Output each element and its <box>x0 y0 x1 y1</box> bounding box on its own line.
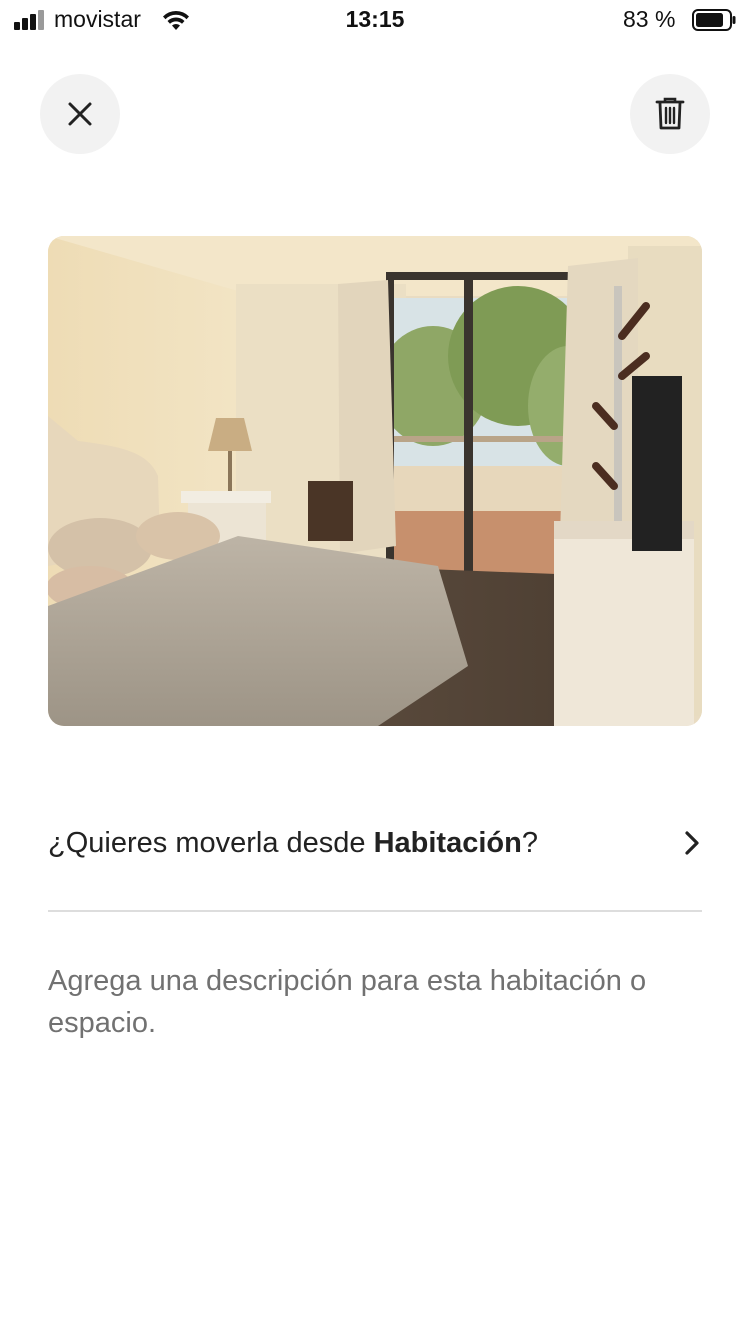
close-button[interactable] <box>40 74 120 154</box>
battery-icon <box>692 9 736 31</box>
chevron-right-icon <box>685 831 699 855</box>
description-field[interactable]: Agrega una descripción para esta habitac… <box>48 960 718 1044</box>
room-photo[interactable] <box>48 236 702 726</box>
move-photo-row[interactable]: ¿Quieres moverla desde Habitación? <box>48 812 702 874</box>
close-icon <box>68 102 92 126</box>
bedroom-photo-illustration <box>48 236 702 726</box>
move-photo-prompt: ¿Quieres moverla desde Habitación? <box>48 826 538 859</box>
delete-photo-button[interactable] <box>630 74 710 154</box>
trash-icon <box>655 97 685 130</box>
battery-percent: 83 % <box>623 6 676 32</box>
status-bar: movistar 13:15 83 % <box>0 0 750 42</box>
divider <box>48 910 702 912</box>
room-name: Habitación <box>373 826 522 859</box>
